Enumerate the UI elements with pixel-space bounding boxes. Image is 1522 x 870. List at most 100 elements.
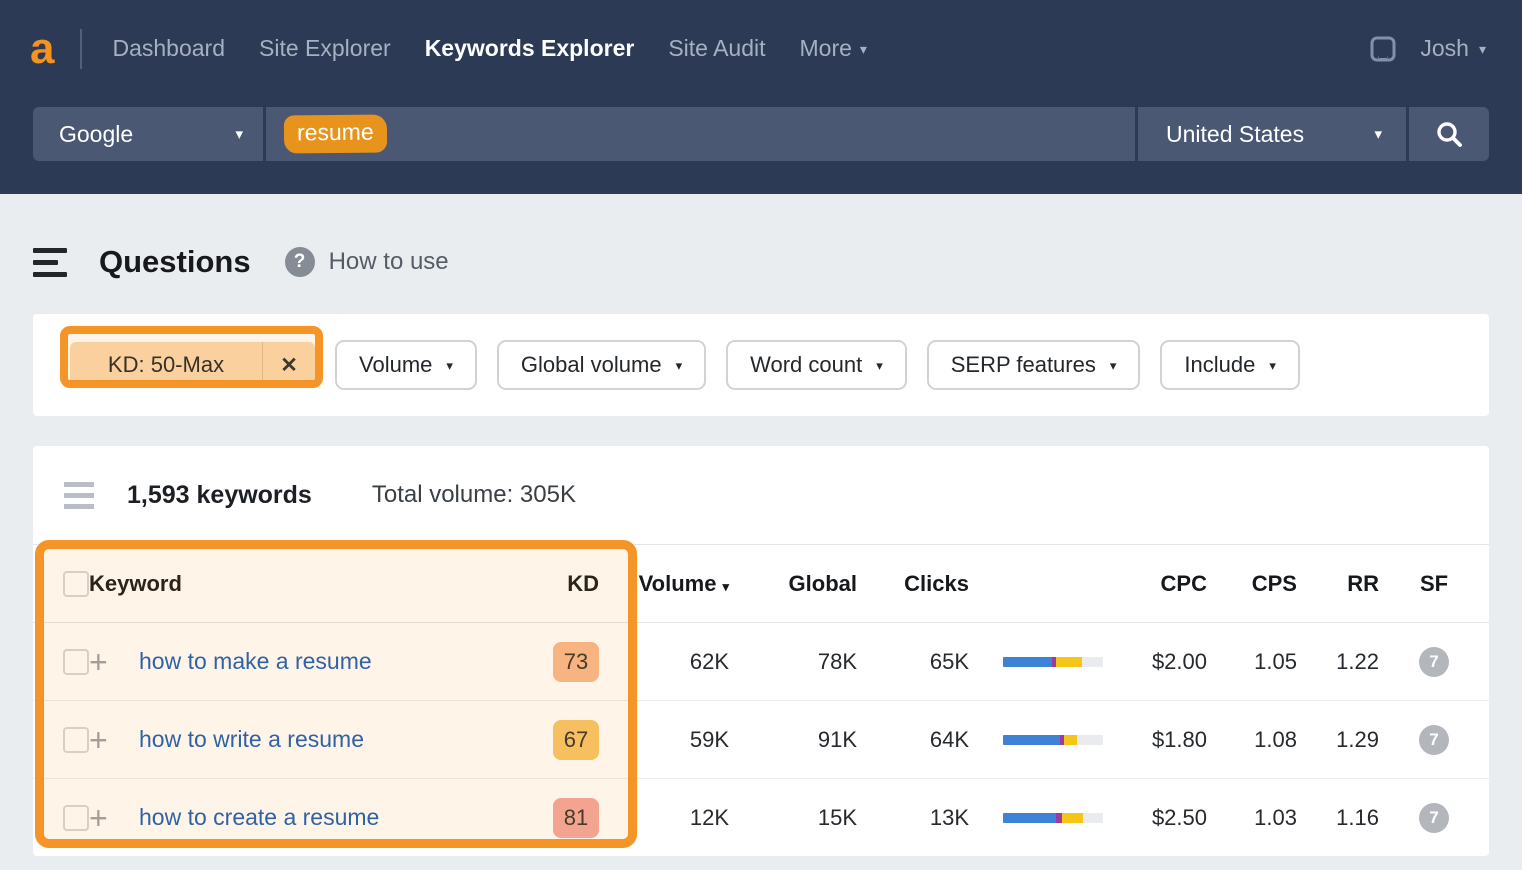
results-stats: 1,593 keywords Total volume: 305K [33, 446, 1489, 544]
serp-features-badge[interactable]: 7 [1419, 803, 1449, 833]
search-button[interactable] [1409, 107, 1489, 161]
serp-features-badge[interactable]: 7 [1419, 725, 1449, 755]
how-to-use-link[interactable]: ? How to use [285, 247, 449, 277]
search-engine-value: Google [59, 121, 133, 148]
nav-item-keywords-explorer[interactable]: Keywords Explorer [425, 35, 635, 62]
clicks-value: 65K [857, 649, 969, 675]
how-to-use-label: How to use [329, 248, 449, 276]
country-select[interactable]: United States ▾ [1138, 107, 1406, 161]
filter-button-label: Volume [359, 352, 432, 378]
serp-features-badge[interactable]: 7 [1419, 647, 1449, 677]
country-value: United States [1166, 121, 1304, 148]
results-card: 1,593 keywords Total volume: 305K Keywor… [33, 446, 1489, 856]
active-filter-chip-kd[interactable]: KD: 50-Max ✕ [70, 342, 315, 388]
global-volume-value: 91K [729, 727, 857, 753]
caret-down-icon: ▾ [876, 359, 883, 372]
header-kd[interactable]: KD [535, 571, 599, 597]
filter-button-label: Word count [750, 352, 862, 378]
add-to-list-icon[interactable]: + [89, 646, 139, 678]
header-cps[interactable]: CPS [1207, 571, 1297, 597]
header-clicks[interactable]: Clicks [857, 571, 969, 597]
rr-value: 1.16 [1297, 805, 1379, 831]
cpc-value: $1.80 [1103, 727, 1207, 753]
kd-badge: 67 [553, 720, 599, 760]
ahrefs-logo[interactable]: a [30, 27, 54, 71]
global-volume-value: 15K [729, 805, 857, 831]
header-cpc[interactable]: CPC [1103, 571, 1207, 597]
row-checkbox[interactable] [63, 649, 89, 675]
cpc-value: $2.00 [1103, 649, 1207, 675]
nav-item-more-label: More [800, 35, 852, 62]
filter-chip-label: KD: 50-Max [70, 352, 262, 378]
table-row: + how to create a resume 81 12K 15K 13K … [33, 779, 1489, 856]
question-icon: ? [285, 247, 315, 277]
caret-down-icon: ▾ [1374, 127, 1382, 142]
search-engine-select[interactable]: Google ▾ [33, 107, 263, 161]
filter-button-word-count[interactable]: Word count ▾ [726, 340, 907, 390]
nav-item-site-audit[interactable]: Site Audit [668, 35, 765, 62]
keyword-link[interactable]: how to make a resume [139, 648, 372, 674]
nav-item-site-explorer[interactable]: Site Explorer [259, 35, 391, 62]
page-heading: Questions ? How to use [33, 232, 1489, 292]
caret-down-icon: ▾ [1269, 359, 1276, 372]
caret-down-icon: ▾ [860, 42, 867, 56]
query-highlight: resume [284, 114, 387, 153]
keyword-link[interactable]: how to write a resume [139, 726, 364, 752]
add-to-list-icon[interactable]: + [89, 724, 139, 756]
search-icon [1435, 120, 1463, 148]
inbox-icon[interactable] [1368, 34, 1398, 64]
clicks-value: 64K [857, 727, 969, 753]
page-title: Questions [99, 244, 251, 280]
keyword-link[interactable]: how to create a resume [139, 804, 379, 830]
filter-button-label: SERP features [951, 352, 1096, 378]
header-rr[interactable]: RR [1297, 571, 1379, 597]
volume-value: 62K [635, 649, 729, 675]
table-row: + how to write a resume 67 59K 91K 64K $… [33, 701, 1489, 778]
filter-bar: KD: 50-Max ✕ Volume ▾ Global volume ▾ Wo… [33, 314, 1489, 416]
top-nav: a Dashboard Site Explorer Keywords Explo… [0, 0, 1522, 97]
caret-down-icon: ▾ [676, 359, 683, 372]
header-volume-label: Volume [639, 571, 717, 596]
row-checkbox[interactable] [63, 727, 89, 753]
header-global[interactable]: Global [729, 571, 857, 597]
filter-button-label: Include [1184, 352, 1255, 378]
user-name: Josh [1420, 35, 1469, 62]
close-icon[interactable]: ✕ [263, 353, 315, 378]
caret-down-icon: ▾ [235, 127, 243, 142]
select-all-checkbox[interactable] [63, 571, 89, 597]
add-to-list-icon[interactable]: + [89, 802, 139, 834]
filter-button-label: Global volume [521, 352, 662, 378]
search-bar: Google ▾ resume United States ▾ [0, 97, 1522, 194]
nav-item-dashboard[interactable]: Dashboard [112, 35, 225, 62]
row-checkbox[interactable] [63, 805, 89, 831]
global-volume-value: 78K [729, 649, 857, 675]
cps-value: 1.05 [1207, 649, 1297, 675]
cps-value: 1.08 [1207, 727, 1297, 753]
nav-right: Josh ▾ [1368, 34, 1486, 64]
filter-button-serp-features[interactable]: SERP features ▾ [927, 340, 1141, 390]
kd-badge: 81 [553, 798, 599, 838]
clicks-distribution-bar [1003, 735, 1103, 745]
filter-button-include[interactable]: Include ▾ [1160, 340, 1299, 390]
cpc-value: $2.50 [1103, 805, 1207, 831]
header-keyword[interactable]: Keyword [89, 571, 535, 597]
caret-down-icon: ▾ [446, 359, 453, 372]
rr-value: 1.22 [1297, 649, 1379, 675]
volume-value: 12K [635, 805, 729, 831]
header-sf[interactable]: SF [1379, 571, 1489, 597]
keyword-search-input[interactable]: resume [266, 107, 1135, 161]
filter-button-volume[interactable]: Volume ▾ [335, 340, 477, 390]
caret-down-icon: ▾ [1479, 42, 1486, 56]
rr-value: 1.29 [1297, 727, 1379, 753]
header-volume[interactable]: Volume▾ [635, 571, 729, 597]
nav-divider [80, 29, 82, 69]
cps-value: 1.03 [1207, 805, 1297, 831]
filter-button-global-volume[interactable]: Global volume ▾ [497, 340, 706, 390]
clicks-value: 13K [857, 805, 969, 831]
list-options-icon[interactable] [64, 482, 94, 509]
user-menu[interactable]: Josh ▾ [1420, 35, 1486, 62]
volume-value: 59K [635, 727, 729, 753]
reports-menu-icon[interactable] [33, 248, 67, 277]
nav-item-more[interactable]: More ▾ [800, 35, 867, 62]
table-row: + how to make a resume 73 62K 78K 65K $2… [33, 623, 1489, 700]
